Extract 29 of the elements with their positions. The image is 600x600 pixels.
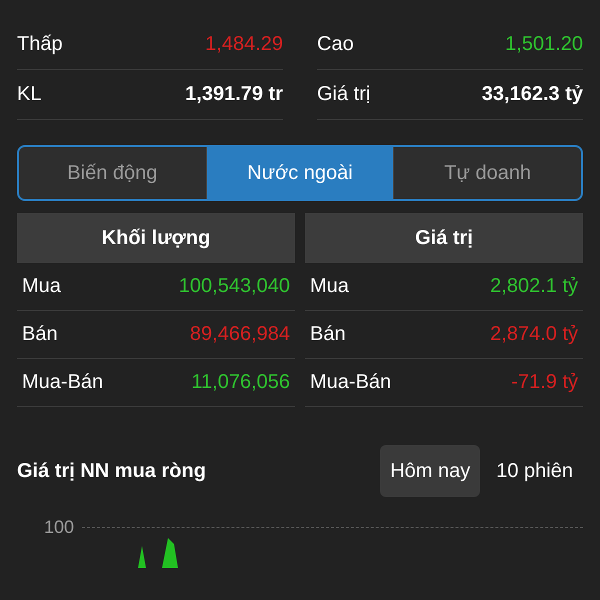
- tab[interactable]: Tự doanh: [393, 147, 581, 199]
- chart-title: Giá trị NN mua ròng: [17, 460, 206, 482]
- stat-value: 1,391.79 tr: [185, 83, 283, 106]
- row-value: 2,802.1 tỷ: [490, 275, 578, 298]
- row-label: Mua-Bán: [310, 371, 392, 394]
- stat-value: 33,162.3 tỷ: [482, 83, 583, 106]
- stat-value: 1,501.20: [505, 33, 583, 56]
- period-tab[interactable]: 10 phiên: [486, 445, 583, 497]
- row-label: Bán: [22, 323, 58, 346]
- period-tab[interactable]: Hôm nay: [380, 445, 480, 497]
- stat-value: 1,484.29: [205, 33, 283, 56]
- stat-label: Cao: [317, 33, 354, 56]
- row-value: 89,466,984: [190, 323, 290, 346]
- axis-tick-label: 100: [44, 517, 74, 538]
- row-value: 100,543,040: [178, 275, 290, 298]
- row-label: Bán: [310, 323, 346, 346]
- tab[interactable]: Biến động: [19, 147, 206, 199]
- row-value: 2,874.0 tỷ: [490, 323, 578, 346]
- stat-label: Giá trị: [317, 83, 370, 106]
- stat-label: Thấp: [17, 33, 63, 56]
- tab[interactable]: Nước ngoài: [206, 147, 394, 199]
- stat-label: KL: [17, 83, 42, 106]
- row-label: Mua: [310, 275, 349, 298]
- row-label: Mua: [22, 275, 61, 298]
- row-label: Mua-Bán: [22, 371, 104, 394]
- row-value: 11,076,056: [191, 371, 290, 394]
- row-value: -71.9 tỷ: [511, 371, 578, 394]
- column-header: Giá trị: [305, 213, 583, 263]
- column-header: Khối lượng: [17, 213, 295, 263]
